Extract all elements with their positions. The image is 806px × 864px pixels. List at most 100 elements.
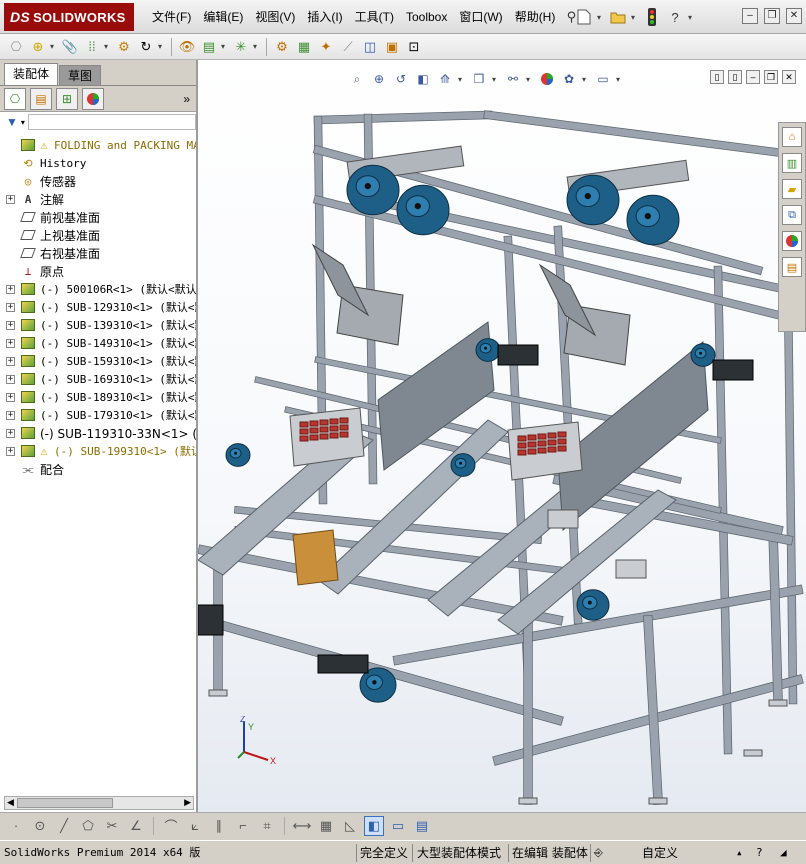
chevron-down-icon[interactable]: ▾ (458, 75, 466, 84)
minimize-button[interactable]: – (742, 8, 758, 24)
design-library-icon[interactable]: ▥ (782, 153, 802, 173)
chevron-down-icon[interactable]: ▾ (104, 42, 112, 51)
help-icon[interactable]: ? (756, 845, 763, 861)
menu-toolbox[interactable]: Toolbox (400, 0, 453, 34)
assembly-features-icon[interactable]: ▤ (199, 37, 219, 57)
previous-view-icon[interactable]: ↺ (392, 70, 410, 88)
table-icon[interactable]: ▤ (412, 816, 432, 836)
parallel-icon[interactable]: ∥ (209, 816, 229, 836)
split-view-icon[interactable]: ▯ (710, 70, 724, 84)
mate-icon[interactable]: 📎 (60, 37, 80, 57)
rebuild-icon[interactable] (642, 7, 662, 27)
chevron-down-icon[interactable]: ▾ (158, 42, 166, 51)
new-motion-study-icon[interactable]: ⚙ (272, 37, 292, 57)
tree-row[interactable]: + (-) SUB-149310<1> (默认<默 (0, 334, 196, 352)
corner-icon[interactable]: ⌐ (233, 816, 253, 836)
home-icon[interactable]: ⌂ (782, 127, 802, 147)
triangle-icon[interactable]: ◺ (340, 816, 360, 836)
tree-row[interactable]: ⫘ 配合 (0, 460, 196, 478)
expand-icon[interactable]: + (6, 338, 15, 348)
insert-component-icon[interactable]: ⊕ (28, 37, 48, 57)
appearances-icon[interactable] (782, 231, 802, 251)
tab-assembly[interactable]: 装配体 (4, 63, 59, 85)
graphics-area[interactable]: ⌕ ⊕ ↺ ◧ ⟰ ▾ ❒ ▾ ⚯ ▾ ✿ ▾ ▭ ▾ ▯ ▯ – ❐ ✕ ⌂ (198, 60, 806, 812)
exploded-view-icon[interactable]: ✦ (316, 37, 336, 57)
tree-row[interactable]: 前视基准面 (0, 208, 196, 226)
chevron-down-icon[interactable]: ▾ (50, 42, 58, 51)
edit-appearance-icon[interactable] (538, 70, 556, 88)
tile-view-icon[interactable]: ▯ (728, 70, 742, 84)
tree-row[interactable]: + (-) SUB-119310-33N<1> (默 (0, 424, 196, 442)
filter-icon[interactable]: ▼ (6, 115, 18, 129)
tab-sketch[interactable]: 草图 (59, 65, 102, 85)
tangent-icon[interactable]: ⟀ (185, 816, 205, 836)
grid-icon[interactable]: ▦ (316, 816, 336, 836)
rebuild-status-icon[interactable]: ⎆ (594, 845, 603, 861)
fix-icon[interactable]: ⌗ (257, 816, 277, 836)
chevron-down-icon[interactable]: ▾ (597, 13, 605, 22)
expand-icon[interactable]: + (6, 392, 15, 402)
feature-manager-icon[interactable]: ⎔ (4, 87, 26, 110)
menu-view[interactable]: 视图(V) (249, 0, 301, 34)
expand-icon[interactable]: + (6, 194, 15, 204)
expand-icon[interactable]: + (6, 428, 15, 438)
display-manager-icon[interactable] (82, 87, 104, 110)
tree-row[interactable]: + (-) SUB-179310<1> (默认<默 (0, 406, 196, 424)
menu-help[interactable]: 帮助(H) (509, 0, 562, 34)
show-hidden-icon[interactable]: 👁 (177, 37, 197, 57)
smart-fasteners-icon[interactable]: ⚙ (114, 37, 134, 57)
edit-component-icon[interactable]: ⎔ (6, 37, 26, 57)
configuration-manager-icon[interactable]: ⊞ (56, 87, 78, 110)
chevron-down-icon[interactable]: ▾ (526, 75, 534, 84)
polygon-icon[interactable]: ⬠ (78, 816, 98, 836)
linear-pattern-icon[interactable]: ⁞⁞ (82, 37, 102, 57)
dimension-icon[interactable]: ⟷ (292, 816, 312, 836)
circle-icon[interactable]: ⊙ (30, 816, 50, 836)
open-folder-icon[interactable] (608, 7, 628, 27)
chevron-down-icon[interactable]: ▾ (221, 42, 229, 51)
chevron-down-icon[interactable]: ▾ (21, 118, 25, 127)
tree-row[interactable]: ⟲ History (0, 154, 196, 172)
filter-input[interactable] (27, 114, 196, 130)
view-settings-icon[interactable]: ▭ (594, 70, 612, 88)
section-view-icon[interactable]: ◧ (414, 70, 432, 88)
view-plane-icon[interactable]: ▭ (388, 816, 408, 836)
tree-row[interactable]: ⚠ FOLDING and PACKING MACHINE (0, 136, 196, 154)
tree-row[interactable]: + (-) 500106R<1> (默认<默认_ (0, 280, 196, 298)
expand-arrows-icon[interactable]: » (183, 92, 190, 106)
chevron-down-icon[interactable]: ▾ (253, 42, 261, 51)
instant3d-icon[interactable]: ⊡ (404, 37, 424, 57)
tree-row[interactable]: + ⚠ (-) SUB-199310<1> (默认< (0, 442, 196, 460)
expand-icon[interactable]: + (6, 320, 15, 330)
up-arrow-icon[interactable]: ▴ (736, 845, 743, 861)
chevron-down-icon[interactable]: ▾ (582, 75, 590, 84)
file-explorer-icon[interactable]: ▰ (782, 179, 802, 199)
line-icon[interactable]: ╱ (54, 816, 74, 836)
tree-row[interactable]: 右视基准面 (0, 244, 196, 262)
view-orientation-icon[interactable]: ❒ (470, 70, 488, 88)
assembly-model-view[interactable] (198, 60, 806, 812)
scroll-left-icon[interactable]: ◀ (7, 797, 14, 808)
shaded-cube-icon[interactable]: ◧ (364, 815, 384, 836)
expand-icon[interactable]: + (6, 284, 15, 294)
tree-row[interactable]: ⊥ 原点 (0, 262, 196, 280)
zoom-to-fit-icon[interactable]: ⌕ (348, 70, 366, 88)
reference-geometry-icon[interactable]: ✳ (231, 37, 251, 57)
minimize-doc-button[interactable]: – (746, 70, 760, 84)
chevron-down-icon[interactable]: ▾ (688, 13, 696, 22)
horizontal-scrollbar[interactable]: ◀ ▶ (4, 796, 194, 810)
menu-window[interactable]: 窗口(W) (453, 0, 508, 34)
tree-row[interactable]: 上视基准面 (0, 226, 196, 244)
view-palette-icon[interactable]: ⧉ (782, 205, 802, 225)
close-doc-button[interactable]: ✕ (782, 70, 796, 84)
tree-row[interactable]: ◎ 传感器 (0, 172, 196, 190)
solidworks-logo[interactable]: DS SOLIDWORKS (4, 3, 134, 31)
tree-row[interactable]: + (-) SUB-139310<1> (默认<默 (0, 316, 196, 334)
new-document-icon[interactable] (574, 7, 594, 27)
scroll-right-icon[interactable]: ▶ (184, 797, 191, 808)
clearance-verification-icon[interactable]: ▣ (382, 37, 402, 57)
restore-doc-button[interactable]: ❐ (764, 70, 778, 84)
tree-row[interactable]: + (-) SUB-159310<1> (默认<默 (0, 352, 196, 370)
arc-icon[interactable]: ⌒ (161, 816, 181, 836)
menu-tools[interactable]: 工具(T) (349, 0, 400, 34)
